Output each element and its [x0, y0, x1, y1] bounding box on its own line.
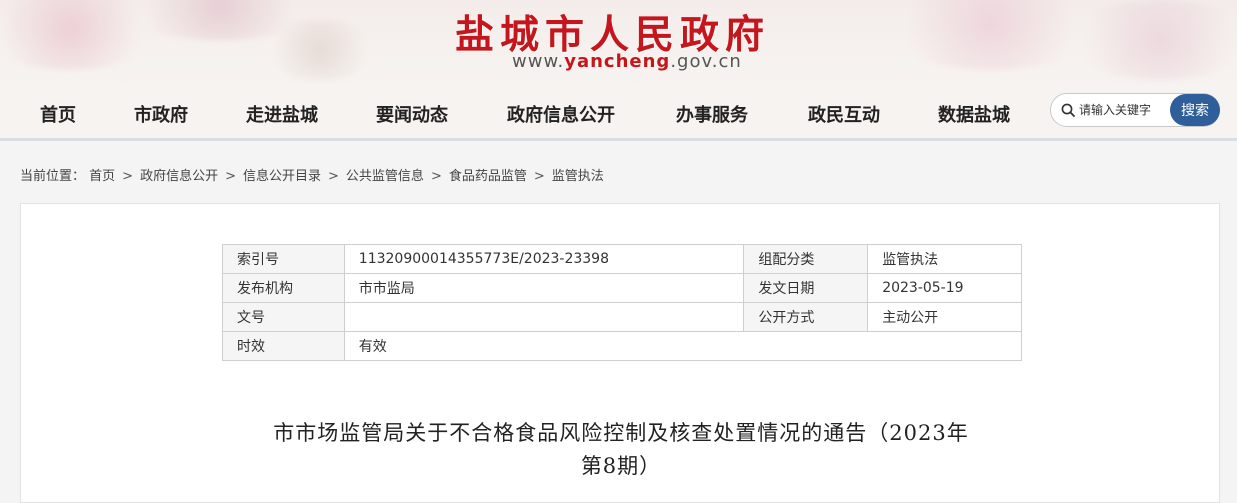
- breadcrumb: 当前位置： 首页 > 政府信息公开 > 信息公开目录 > 公共监管信息 > 食品药品监管 > 监管执…: [20, 165, 604, 184]
- meta-label: 文号: [222, 302, 345, 332]
- breadcrumb-item-info-disclosure[interactable]: 政府信息公开: [140, 169, 218, 184]
- document-title-line: 第8期）: [580, 454, 662, 478]
- meta-value: 有效: [343, 331, 1023, 361]
- site-url: www.yancheng.gov.cn: [512, 51, 742, 72]
- document-meta-table: 索引号 11320900014355773E/2023-23398 组配分类 监…: [222, 244, 1023, 361]
- meta-label: 组配分类: [743, 244, 869, 274]
- meta-label: 时效: [222, 331, 345, 361]
- breadcrumb-item-public-supervision[interactable]: 公共监管信息: [346, 169, 424, 184]
- table-row: 发布机构 市市监局 发文日期 2023-05-19: [222, 273, 1022, 303]
- search-input[interactable]: [1079, 100, 1175, 120]
- meta-value: 11320900014355773E/2023-23398: [343, 244, 745, 274]
- breadcrumb-item-home[interactable]: 首页: [89, 169, 115, 184]
- meta-label: 索引号: [222, 244, 345, 274]
- blossom-decoration: [1060, 0, 1237, 80]
- meta-value: 主动公开: [867, 302, 1022, 332]
- table-row: 索引号 11320900014355773E/2023-23398 组配分类 监…: [222, 244, 1022, 274]
- main-nav: 首页 市政府 走进盐城 要闻动态 政府信息公开 办事服务 政民互动 数据盐城 搜…: [0, 90, 1237, 141]
- breadcrumb-item-enforcement[interactable]: 监管执法: [552, 169, 604, 184]
- document-title-line: 市市场监管局关于不合格食品风险控制及核查处置情况的通告（2023年: [273, 421, 969, 445]
- nav-item-services[interactable]: 办事服务: [676, 101, 748, 127]
- url-brand: yancheng: [564, 51, 671, 72]
- article-panel: 索引号 11320900014355773E/2023-23398 组配分类 监…: [20, 203, 1220, 503]
- breadcrumb-separator: >: [533, 169, 545, 184]
- meta-value: 监管执法: [867, 244, 1022, 274]
- nav-item-about-city[interactable]: 走进盐城: [246, 101, 318, 127]
- meta-value: [343, 302, 745, 332]
- breadcrumb-separator: >: [225, 169, 236, 184]
- breadcrumb-item-catalog[interactable]: 信息公开目录: [243, 169, 321, 184]
- url-suffix: .gov.cn: [670, 51, 742, 72]
- nav-item-home[interactable]: 首页: [40, 101, 76, 127]
- meta-label: 发文日期: [743, 273, 869, 303]
- site-header: 盐城市人民政府 www.yancheng.gov.cn: [0, 0, 1237, 90]
- table-row: 时效 有效: [222, 331, 1023, 361]
- meta-label: 发布机构: [222, 273, 345, 303]
- nav-item-news[interactable]: 要闻动态: [376, 101, 448, 127]
- document-title: 市市场监管局关于不合格食品风险控制及核查处置情况的通告（2023年 第8期）: [201, 417, 1041, 483]
- meta-value: 市市监局: [343, 273, 745, 303]
- breadcrumb-separator: >: [122, 169, 134, 184]
- breadcrumb-prefix: 当前位置：: [20, 169, 86, 184]
- breadcrumb-separator: >: [430, 169, 442, 184]
- breadcrumb-separator: >: [328, 169, 339, 184]
- nav-item-government[interactable]: 市政府: [134, 101, 188, 127]
- nav-item-data[interactable]: 数据盐城: [938, 101, 1010, 127]
- url-prefix: www.: [512, 51, 565, 72]
- table-row: 文号 公开方式 主动公开: [222, 302, 1022, 332]
- meta-label: 公开方式: [743, 302, 869, 332]
- nav-item-interaction[interactable]: 政民互动: [808, 101, 880, 127]
- meta-value: 2023-05-19: [867, 273, 1022, 303]
- blossom-decoration: [260, 20, 380, 80]
- search-icon: [1061, 103, 1075, 117]
- breadcrumb-item-food-drug[interactable]: 食品药品监管: [449, 169, 527, 184]
- nav-item-info-disclosure[interactable]: 政府信息公开: [507, 101, 615, 127]
- search-button[interactable]: 搜索: [1170, 94, 1220, 126]
